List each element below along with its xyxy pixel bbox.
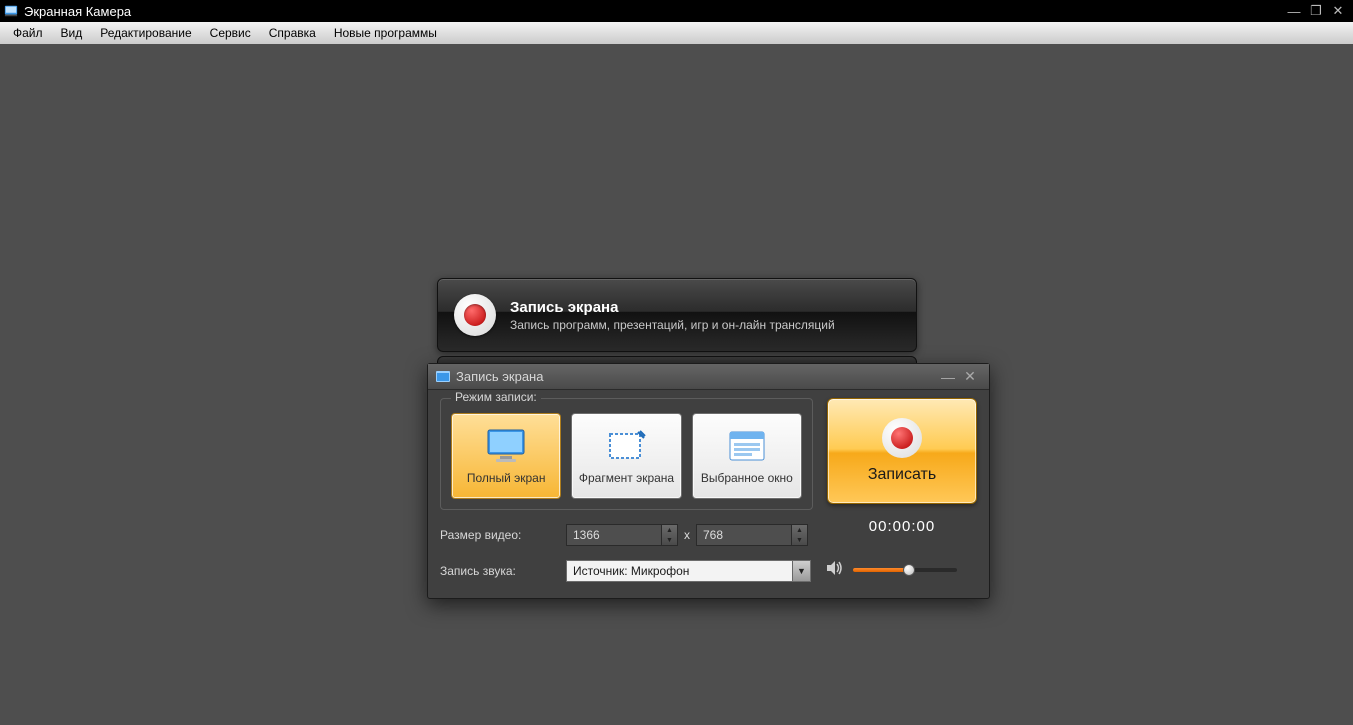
width-spinner[interactable]: ▲▼	[661, 525, 677, 545]
dialog-close-button[interactable]: ✕	[959, 368, 981, 385]
volume-thumb[interactable]	[903, 564, 915, 576]
minimize-button[interactable]: —	[1283, 4, 1305, 19]
mode-window-label: Выбранное окно	[701, 471, 793, 485]
volume-icon	[827, 561, 843, 578]
record-banner[interactable]: Запись экрана Запись программ, презентац…	[437, 278, 917, 352]
audio-source-dropdown[interactable]: Источник: Микрофон ▼	[566, 560, 811, 582]
mode-fragment-button[interactable]: Фрагмент экрана	[571, 413, 681, 499]
record-dialog: Запись экрана — ✕ Режим записи:	[427, 363, 990, 599]
window-title: Экранная Камера	[24, 4, 131, 19]
menu-help[interactable]: Справка	[260, 26, 325, 40]
timecode: 00:00:00	[827, 518, 977, 535]
menu-service[interactable]: Сервис	[201, 26, 260, 40]
height-input[interactable]: 768 ▲▼	[696, 524, 808, 546]
monitor-icon	[484, 427, 528, 465]
height-value: 768	[703, 528, 723, 542]
mode-group-label: Режим записи:	[451, 390, 541, 404]
audio-label: Запись звука:	[440, 564, 566, 578]
record-button-label: Записать	[868, 466, 936, 484]
record-button[interactable]: Записать	[827, 398, 977, 504]
chevron-down-icon: ▼	[792, 561, 810, 581]
menu-edit[interactable]: Редактирование	[91, 26, 200, 40]
menu-file[interactable]: Файл	[4, 26, 52, 40]
mode-window-button[interactable]: Выбранное окно	[692, 413, 802, 499]
video-size-label: Размер видео:	[440, 528, 566, 542]
audio-source-value: Источник: Микрофон	[573, 564, 689, 578]
dialog-title: Запись экрана	[456, 369, 543, 384]
selection-icon	[604, 427, 648, 465]
mode-full-screen-button[interactable]: Полный экран	[451, 413, 561, 499]
width-input[interactable]: 1366 ▲▼	[566, 524, 678, 546]
mode-groupbox: Режим записи: Полный экран	[440, 398, 813, 510]
close-window-button[interactable]: ✕	[1327, 3, 1349, 19]
titlebar: Экранная Камера — ❐ ✕	[0, 0, 1353, 22]
record-icon	[454, 294, 496, 336]
menubar: Файл Вид Редактирование Сервис Справка Н…	[0, 22, 1353, 44]
app-logo-icon	[4, 4, 18, 18]
dialog-minimize-button[interactable]: —	[937, 369, 959, 385]
record-dot-icon	[882, 418, 922, 458]
mode-fragment-label: Фрагмент экрана	[579, 471, 674, 485]
window-icon	[725, 427, 769, 465]
size-separator: x	[684, 528, 690, 542]
banner-title: Запись экрана	[510, 299, 835, 316]
width-value: 1366	[573, 528, 600, 542]
maximize-button[interactable]: ❐	[1305, 3, 1327, 19]
height-spinner[interactable]: ▲▼	[791, 525, 807, 545]
dialog-icon	[436, 371, 450, 382]
banner-subtitle: Запись программ, презентаций, игр и он-л…	[510, 318, 835, 332]
dialog-titlebar: Запись экрана — ✕	[428, 364, 989, 390]
menu-new-programs[interactable]: Новые программы	[325, 26, 446, 40]
volume-slider[interactable]	[853, 568, 957, 572]
menu-view[interactable]: Вид	[52, 26, 92, 40]
mode-full-label: Полный экран	[467, 471, 546, 485]
